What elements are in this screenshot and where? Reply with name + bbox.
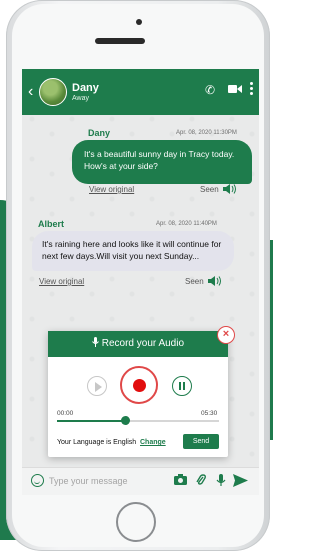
avatar[interactable] xyxy=(39,78,67,106)
attachment-icon[interactable] xyxy=(196,474,206,490)
total-time: 05:30 xyxy=(201,410,218,417)
view-original-link[interactable]: View original xyxy=(89,185,134,194)
send-audio-button[interactable]: Send xyxy=(183,434,219,449)
more-vertical-icon[interactable] xyxy=(250,82,253,98)
contact-status: Away xyxy=(72,95,89,102)
video-camera-icon[interactable] xyxy=(228,83,242,97)
back-arrow-icon[interactable]: ‹ xyxy=(28,83,33,101)
message-time: Apr. 08, 2020 11:30PM xyxy=(176,130,237,136)
front-camera xyxy=(136,19,142,25)
speaker-icon[interactable] xyxy=(223,184,237,196)
record-button[interactable] xyxy=(120,366,158,404)
send-icon[interactable] xyxy=(233,474,248,490)
microphone-icon[interactable] xyxy=(216,474,226,490)
stage: ‹ Dany Away ✆ Dany Apr. 08, 2020 11:30PM… xyxy=(0,0,273,551)
record-dialog-header: Record your Audio xyxy=(48,331,228,357)
message-composer: Type your message xyxy=(22,467,259,495)
close-icon[interactable]: × xyxy=(217,326,235,344)
audio-progress-track[interactable] xyxy=(57,416,219,425)
message-bubble-incoming: It's raining here and looks like it will… xyxy=(32,231,234,271)
speaker-icon[interactable] xyxy=(208,276,222,288)
seen-status: Seen xyxy=(185,277,204,286)
pause-button[interactable] xyxy=(172,376,192,396)
chat-header: ‹ Dany Away ✆ xyxy=(22,69,259,115)
message-input[interactable]: Type your message xyxy=(49,476,128,486)
seen-status: Seen xyxy=(200,185,219,194)
camera-icon[interactable] xyxy=(174,474,187,488)
change-language-link[interactable]: Change xyxy=(140,439,166,446)
elapsed-time: 00:00 xyxy=(57,410,74,417)
microphone-icon xyxy=(92,337,102,349)
contact-name: Dany xyxy=(72,82,99,94)
message-sender: Albert xyxy=(38,219,65,229)
message-sender: Dany xyxy=(88,128,111,138)
play-button[interactable] xyxy=(87,376,107,396)
home-button[interactable] xyxy=(116,502,156,542)
view-original-link[interactable]: View original xyxy=(39,277,84,286)
phone-icon[interactable]: ✆ xyxy=(205,83,215,97)
record-audio-dialog: Record your Audio 00:00 05:30 Your Langu… xyxy=(48,331,228,457)
emoji-icon[interactable] xyxy=(31,474,44,487)
audio-progress-fill xyxy=(57,420,126,422)
audio-progress-handle[interactable] xyxy=(120,416,130,425)
record-dialog-title: Record your Audio xyxy=(101,338,185,349)
message-time: Apr. 08, 2020 11:40PM xyxy=(156,221,217,227)
earpiece-speaker xyxy=(95,38,145,44)
language-text: Your Language is English xyxy=(57,439,137,446)
message-bubble-outgoing: It's a beautiful sunny day in Tracy toda… xyxy=(72,140,252,184)
